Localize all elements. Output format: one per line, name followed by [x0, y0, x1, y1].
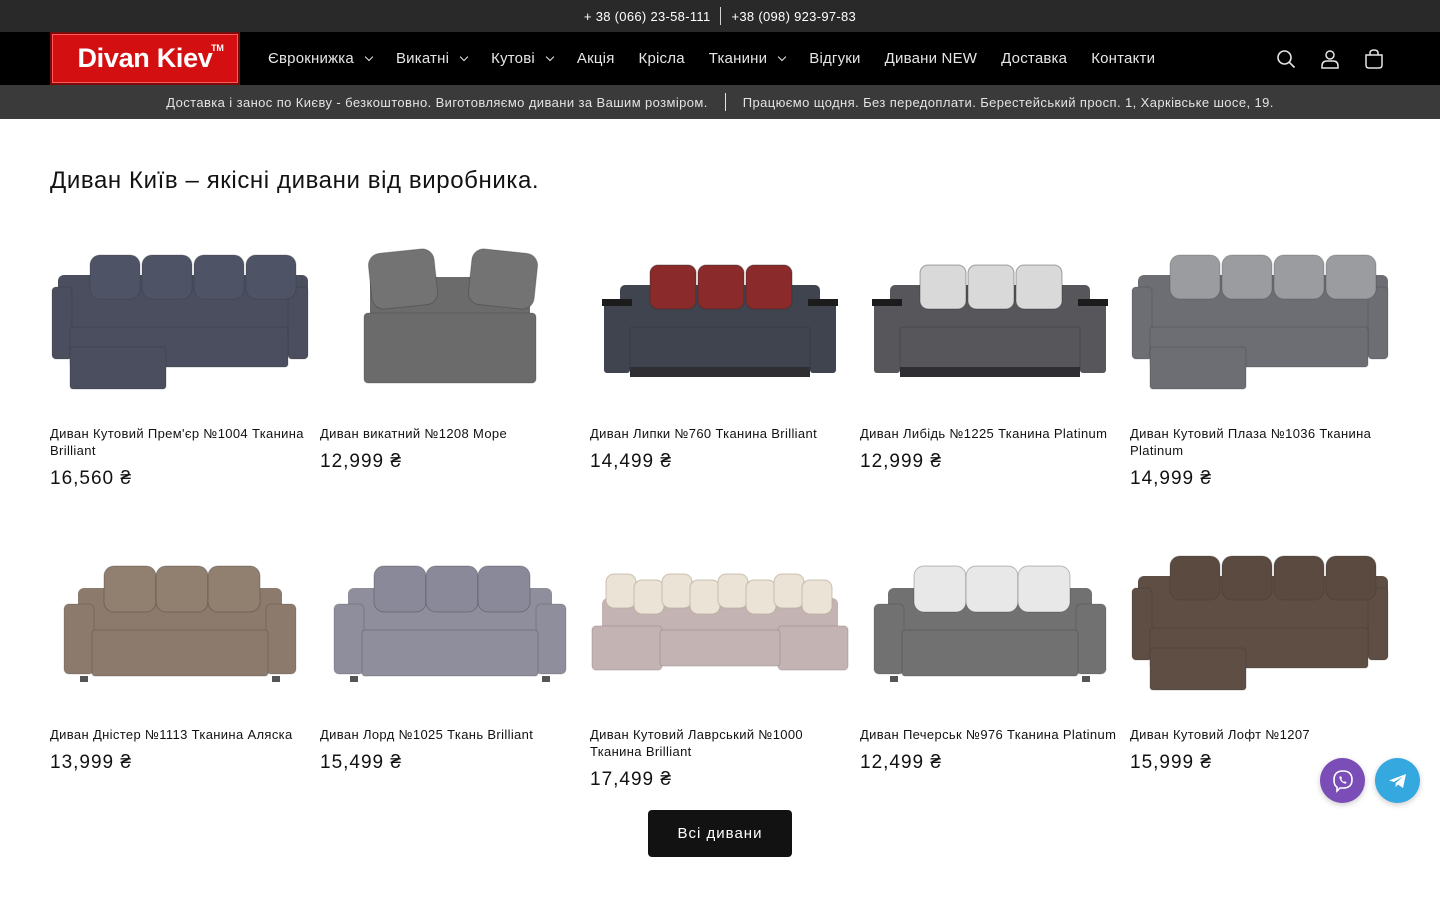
nav-item-label: Акція [576, 50, 615, 67]
page-title: Диван Київ – якісні дивани від виробника… [50, 167, 540, 194]
nav-item[interactable]: Контакти [1091, 50, 1155, 67]
nav-item[interactable]: Викатні [395, 50, 469, 67]
chevron-down-icon [545, 52, 555, 62]
account-icon[interactable] [1320, 49, 1340, 69]
product-title[interactable]: Диван Кутовий Прем'єр №1004 Тканина Bril… [50, 425, 310, 459]
product-card[interactable]: Диван Кутовий Прем'єр №1004 Тканина Bril… [50, 217, 310, 490]
product-title[interactable]: Диван Кутовий Лаврський №1000 Тканина Br… [590, 726, 850, 760]
telegram-icon[interactable] [1375, 758, 1420, 803]
product-price: 12,999 ₴ [860, 451, 942, 472]
nav-item-label: Відгуки [809, 50, 861, 67]
nav-item-label: Викатні [395, 50, 450, 67]
product-title[interactable]: Диван Лорд №1025 Ткань Brilliant [320, 726, 580, 743]
product-card[interactable]: Диван Липки №760 Тканина Brilliant 14,499… [590, 217, 850, 490]
all-sofas-button[interactable]: Всі дивани [648, 810, 792, 857]
product-title[interactable]: Диван Дністер №1113 Тканина Аляска [50, 726, 310, 743]
product-price: 15,499 ₴ [320, 752, 402, 773]
chevron-down-icon [364, 52, 374, 62]
product-price: 12,499 ₴ [860, 752, 942, 773]
nav-item-label: Єврокнижка [268, 50, 354, 67]
nav-item[interactable]: Доставка [1001, 50, 1067, 67]
product-card[interactable]: Диван Либідь №1225 Тканина Platinum 12,99… [860, 217, 1120, 490]
top-contact-bar: + 38 (066) 23-58-111 +38 (098) 923-97-83 [0, 0, 1440, 32]
nav-item-label: Доставка [1001, 50, 1068, 67]
nav-item-label: Дивани NEW [884, 50, 978, 67]
product-image[interactable] [320, 518, 580, 708]
nav-item-label: Крісла [638, 50, 685, 67]
logo-text: Divan Kiev TM [77, 43, 224, 73]
product-price: 12,999 ₴ [320, 451, 402, 472]
product-title[interactable]: Диван Кутовий Лофт №1207 [1130, 726, 1390, 743]
product-image[interactable] [1130, 518, 1390, 708]
product-card[interactable]: Диван Лорд №1025 Ткань Brilliant 15,499 ₴ [320, 518, 580, 791]
nav-item[interactable]: Кутові [491, 50, 555, 67]
nav-item-label: Кутові [491, 50, 535, 67]
product-card[interactable]: Диван Кутовий Лофт №1207 15,999 ₴ [1130, 518, 1390, 791]
product-price: 14,999 ₴ [1130, 468, 1212, 489]
product-image[interactable] [590, 217, 850, 407]
nav-item[interactable]: Відгуки [809, 50, 860, 67]
phone-link-2[interactable]: +38 (098) 923-97-83 [731, 9, 856, 24]
logo[interactable]: Divan Kiev TM [50, 32, 240, 85]
product-title[interactable]: Диван викатний №1208 Море [320, 425, 580, 442]
product-image[interactable] [50, 217, 310, 407]
phone-link-1[interactable]: + 38 (066) 23-58-111 [584, 9, 711, 24]
product-image[interactable] [1130, 217, 1390, 407]
product-image[interactable] [320, 217, 580, 407]
nav-item[interactable]: Тканини [708, 50, 787, 67]
logo-trademark: TM [211, 43, 224, 53]
product-card[interactable]: Диван викатний №1208 Море 12,999 ₴ [320, 217, 580, 490]
viber-icon[interactable] [1320, 758, 1365, 803]
product-price: 16,560 ₴ [50, 468, 132, 489]
chevron-down-icon [777, 52, 787, 62]
nav-item-label: Контакти [1091, 50, 1156, 67]
product-price: 13,999 ₴ [50, 752, 132, 773]
nav-item[interactable]: Акція [577, 50, 615, 67]
product-card[interactable]: Диван Дністер №1113 Тканина Аляска 13,999… [50, 518, 310, 791]
announcement-bar: Доставка і занос по Києву - безкоштовно.… [0, 85, 1440, 119]
divider [720, 7, 722, 25]
product-title[interactable]: Диван Либідь №1225 Тканина Platinum [860, 425, 1120, 442]
product-image[interactable] [860, 217, 1120, 407]
announcement-delivery: Доставка і занос по Києву - безкоштовно.… [166, 94, 708, 110]
product-title[interactable]: Диван Липки №760 Тканина Brilliant [590, 425, 850, 442]
product-card[interactable]: Диван Печерськ №976 Тканина Platinum 12,4… [860, 518, 1120, 791]
product-title[interactable]: Диван Печерськ №976 Тканина Platinum [860, 726, 1120, 743]
nav-item-label: Тканини [708, 50, 768, 67]
search-icon[interactable] [1276, 49, 1296, 69]
cart-icon[interactable] [1364, 48, 1384, 69]
announcement-hours: Працюємо щодня. Без передоплати. Бересте… [742, 94, 1274, 110]
main-content: Диван Київ – якісні дивани від виробника… [0, 166, 1440, 791]
nav-item[interactable]: Єврокнижка [268, 50, 374, 67]
product-card[interactable]: Диван Кутовий Лаврський №1000 Тканина Br… [590, 518, 850, 791]
product-price: 14,499 ₴ [590, 451, 672, 472]
chevron-down-icon [459, 52, 469, 62]
product-title[interactable]: Диван Кутовий Плаза №1036 Тканина Platin… [1130, 425, 1390, 459]
product-image[interactable] [50, 518, 310, 708]
divider [724, 93, 726, 111]
product-grid: Диван Кутовий Прем'єр №1004 Тканина Bril… [50, 217, 1390, 791]
header-actions [1276, 32, 1384, 85]
product-price: 17,499 ₴ [590, 769, 672, 790]
site-header: Divan Kiev TM Єврокнижка Викатні Кутові Акці… [0, 32, 1440, 85]
nav-item[interactable]: Дивани NEW [885, 50, 978, 67]
product-image[interactable] [590, 518, 850, 708]
product-image[interactable] [860, 518, 1120, 708]
main-navigation: Єврокнижка Викатні Кутові Акція Крісла Тканин… [268, 50, 1179, 67]
product-card[interactable]: Диван Кутовий Плаза №1036 Тканина Platin… [1130, 217, 1390, 490]
nav-item[interactable]: Крісла [639, 50, 685, 67]
